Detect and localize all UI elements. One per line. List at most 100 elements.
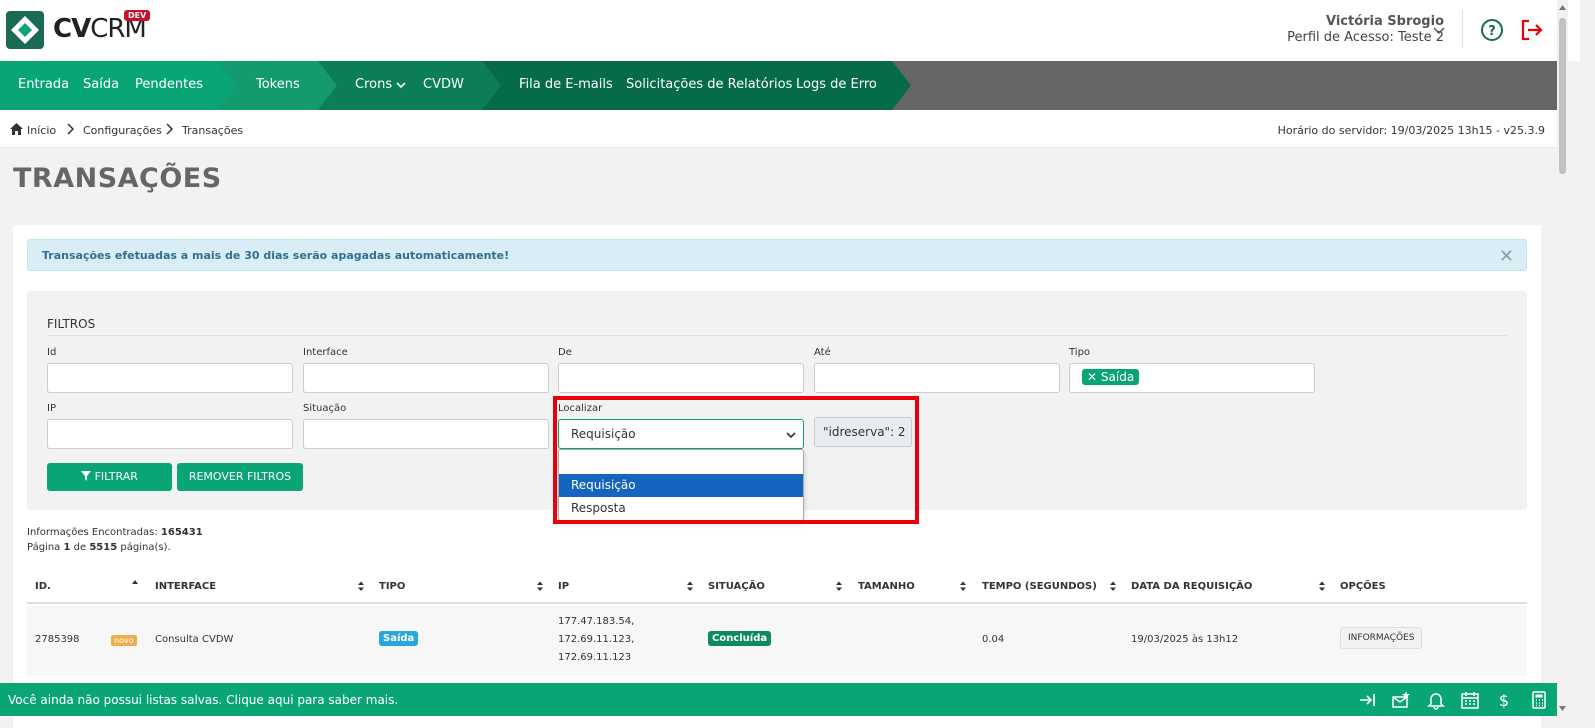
user-profile: Perfil de Acesso: Teste 2 <box>1287 30 1444 45</box>
alert-text: Transações efetuadas a mais de 30 dias s… <box>42 249 510 262</box>
divider <box>47 335 1507 336</box>
scroll-down-icon[interactable] <box>1559 705 1566 712</box>
scroll-up-icon[interactable] <box>1559 4 1566 11</box>
sort-icon[interactable] <box>357 581 365 592</box>
saved-lists-bar: Você ainda não possui listas salvas. Cli… <box>0 683 1557 716</box>
tipo-tag[interactable]: ✕ Saída <box>1082 369 1140 385</box>
nav-saida[interactable]: Saída <box>83 77 119 92</box>
col-data-requisicao[interactable]: DATA DA REQUISIÇÃO <box>1131 581 1252 592</box>
row-id: 2785398 <box>35 634 80 645</box>
table-header: ID. INTERFACE TIPO IP SITUAÇÃO TAMANHO T… <box>27 569 1527 604</box>
row-ip-3: 172.69.11.123 <box>558 652 632 663</box>
label-ip: IP <box>47 403 56 414</box>
dollar-icon[interactable]: $ <box>1494 690 1514 710</box>
highlight-box <box>553 396 919 524</box>
label-id: Id <box>47 347 57 358</box>
nav-entrada[interactable]: Entrada <box>18 77 69 92</box>
breadcrumb-configuracoes[interactable]: Configurações <box>83 124 162 137</box>
saved-lists-message[interactable]: Você ainda não possui listas salvas. Cli… <box>8 693 398 707</box>
bell-icon[interactable] <box>1426 690 1446 710</box>
info-alert: Transações efetuadas a mais de 30 dias s… <box>27 239 1527 271</box>
col-ip[interactable]: IP <box>558 581 569 592</box>
col-interface[interactable]: INTERFACE <box>155 581 216 592</box>
ip-input[interactable] <box>47 419 293 449</box>
scrollbar[interactable] <box>1557 0 1568 716</box>
col-tipo[interactable]: TIPO <box>379 581 405 592</box>
tipo-badge: Saída <box>379 631 419 646</box>
main-card: Transações efetuadas a mais de 30 dias s… <box>13 225 1541 728</box>
remove-filters-button[interactable]: REMOVER FILTROS <box>177 463 303 491</box>
collapse-right-icon[interactable] <box>1358 690 1378 710</box>
nav-solicitacoes-relatorios[interactable]: Solicitações de Relatórios <box>626 77 792 92</box>
close-icon[interactable]: ✕ <box>1087 370 1097 384</box>
chevron-down-icon <box>396 81 406 88</box>
status-badge: Concluída <box>708 631 772 646</box>
nav-pendentes[interactable]: Pendentes <box>135 77 203 92</box>
row-ip-2: 172.69.11.123, <box>558 634 635 645</box>
breadcrumb-transacoes: Transações <box>182 124 244 137</box>
results-count: Informações Encontradas: 165431 <box>27 527 203 538</box>
sort-asc-icon[interactable] <box>131 579 139 590</box>
calculator-icon[interactable] <box>1529 690 1549 710</box>
row-ip-1: 177.47.183.54, <box>558 616 635 627</box>
filter-icon <box>81 471 92 481</box>
sort-icon[interactable] <box>835 581 843 592</box>
table-row[interactable]: 2785398 novo Consulta CVDW Saída 177.47.… <box>27 606 1527 676</box>
sort-icon[interactable] <box>1109 581 1117 592</box>
sort-icon[interactable] <box>536 581 544 592</box>
chevron-right-icon <box>166 123 174 135</box>
date-from-input[interactable] <box>558 363 804 393</box>
col-opcoes: OPÇÕES <box>1340 581 1386 592</box>
breadcrumb: Início Configurações Transações Horário … <box>0 110 1557 148</box>
chevron-right-icon <box>67 123 75 135</box>
label-situacao: Situação <box>303 403 347 414</box>
top-header: CVCRM DEV Victória Sbrogio Perfil de Ace… <box>0 0 1580 61</box>
sort-icon[interactable] <box>686 581 694 592</box>
date-to-input[interactable] <box>814 363 1060 393</box>
col-tamanho[interactable]: TAMANHO <box>858 581 915 592</box>
filter-button[interactable]: FILTRAR <box>47 463 172 491</box>
pagination-info: Página 1 de 5515 página(s). <box>27 542 171 553</box>
svg-text:?: ? <box>1488 24 1496 39</box>
tipo-multiselect[interactable]: ✕ Saída <box>1069 363 1315 393</box>
sort-icon[interactable] <box>1318 581 1326 592</box>
sort-icon[interactable] <box>959 581 967 592</box>
label-ate: Até <box>814 347 831 358</box>
user-name: Victória Sbrogio <box>1325 14 1444 29</box>
nav-tokens[interactable]: Tokens <box>256 77 300 92</box>
nav-logs-erro[interactable]: Logs de Erro <box>796 77 877 92</box>
info-button[interactable]: INFORMAÇÕES <box>1340 627 1423 649</box>
situacao-input[interactable] <box>303 419 549 449</box>
label-tipo: Tipo <box>1069 347 1091 358</box>
id-input[interactable] <box>47 363 293 393</box>
close-icon[interactable]: ✕ <box>1499 246 1514 267</box>
nav-cvdw[interactable]: CVDW <box>423 77 464 92</box>
user-menu[interactable]: Victória Sbrogio Perfil de Acesso: Teste… <box>1287 14 1444 45</box>
novo-badge: novo <box>111 635 137 646</box>
help-icon[interactable]: ? <box>1480 18 1504 42</box>
nav-crons[interactable]: Crons <box>355 77 406 92</box>
env-badge: DEV <box>124 10 151 21</box>
scrollbar-thumb[interactable] <box>1559 18 1566 174</box>
server-time: Horário do servidor: 19/03/2025 13h15 - … <box>1277 124 1545 137</box>
label-interface: Interface <box>303 347 348 358</box>
row-data: 19/03/2025 às 13h12 <box>1131 634 1239 645</box>
main-navbar: Entrada Saída Pendentes Tokens Crons CVD… <box>0 61 1557 110</box>
calendar-icon[interactable] <box>1460 690 1480 710</box>
header-divider <box>1462 10 1463 48</box>
logout-icon[interactable] <box>1519 18 1545 42</box>
col-tempo[interactable]: TEMPO (SEGUNDOS) <box>982 581 1097 592</box>
label-de: De <box>558 347 572 358</box>
breadcrumb-inicio[interactable]: Início <box>27 124 56 137</box>
col-situacao[interactable]: SITUAÇÃO <box>708 581 765 592</box>
home-icon[interactable] <box>10 123 23 135</box>
col-id[interactable]: ID. <box>35 581 51 592</box>
cvcrm-logo-icon[interactable] <box>6 11 44 49</box>
chevron-down-icon[interactable] <box>1431 22 1447 38</box>
row-interface: Consulta CVDW <box>155 634 234 645</box>
page-title: TRANSAÇÕES <box>13 163 222 194</box>
interface-input[interactable] <box>303 363 549 393</box>
nav-fila-emails[interactable]: Fila de E-mails <box>519 77 613 92</box>
filters-title: FILTROS <box>47 317 96 331</box>
mail-star-icon[interactable] <box>1391 690 1411 710</box>
